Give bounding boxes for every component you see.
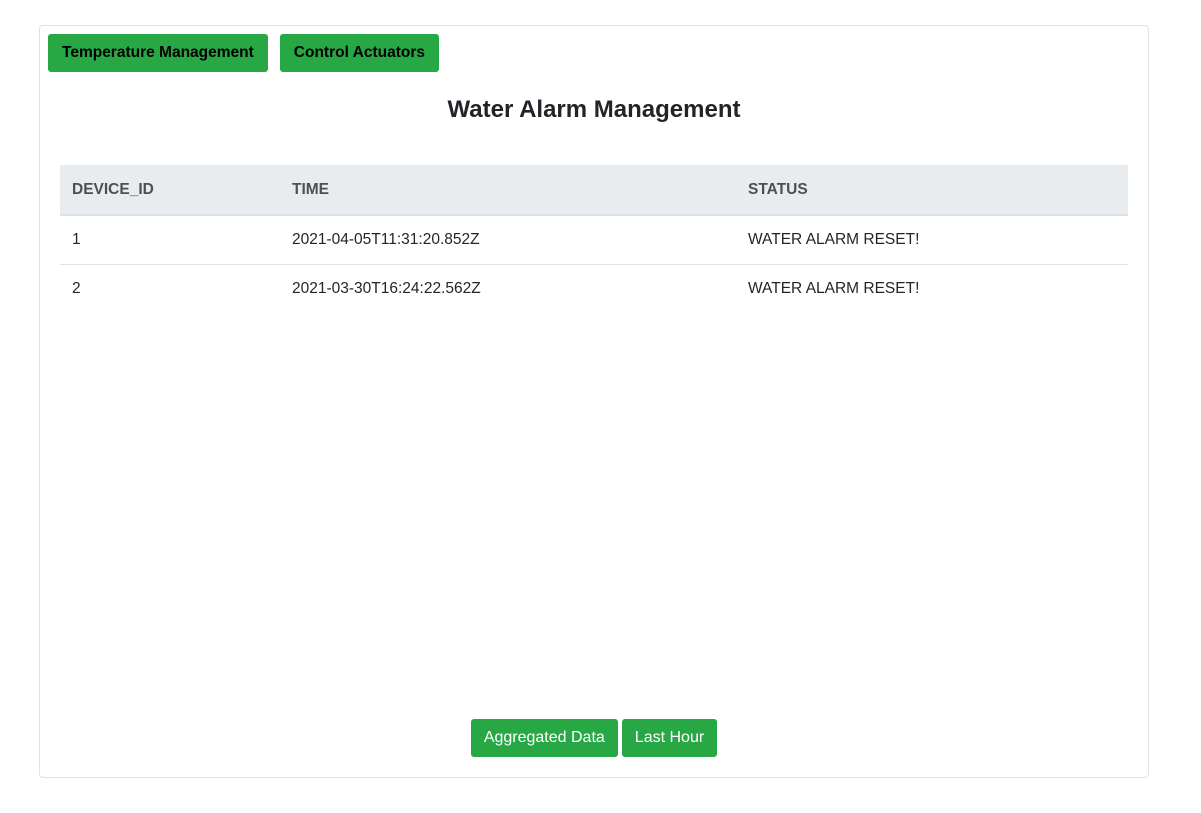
control-actuators-button[interactable]: Control Actuators	[279, 34, 439, 72]
cell-status: WATER ALARM RESET!	[736, 215, 1128, 265]
column-header-time: TIME	[280, 165, 736, 216]
top-nav: Temperature Management Control Actuators	[48, 34, 439, 72]
alarm-table: DEVICE_ID TIME STATUS 1 2021-04-05T11:31…	[60, 165, 1128, 313]
cell-time: 2021-04-05T11:31:20.852Z	[280, 215, 736, 265]
table-header-row: DEVICE_ID TIME STATUS	[60, 165, 1128, 216]
page-title: Water Alarm Management	[447, 96, 741, 123]
cell-device-id: 1	[60, 215, 280, 265]
table-row: 1 2021-04-05T11:31:20.852Z WATER ALARM R…	[60, 215, 1128, 265]
aggregated-data-button[interactable]: Aggregated Data	[470, 719, 618, 757]
bottom-actions: Aggregated Data Last Hour	[40, 719, 1148, 757]
last-hour-button[interactable]: Last Hour	[621, 719, 718, 757]
column-header-device-id: DEVICE_ID	[60, 165, 280, 216]
cell-status: WATER ALARM RESET!	[748, 279, 920, 297]
cell-device-id: 2	[72, 279, 81, 297]
column-header-status: STATUS	[736, 165, 1128, 216]
cell-time: 2021-03-30T16:24:22.562Z	[292, 279, 481, 297]
main-card: Temperature Management Control Actuators…	[39, 25, 1149, 778]
table-row: 2 2021-03-30T16:24:22.562Z WATER ALARM R…	[60, 264, 1128, 313]
temperature-management-button[interactable]: Temperature Management	[48, 34, 268, 72]
